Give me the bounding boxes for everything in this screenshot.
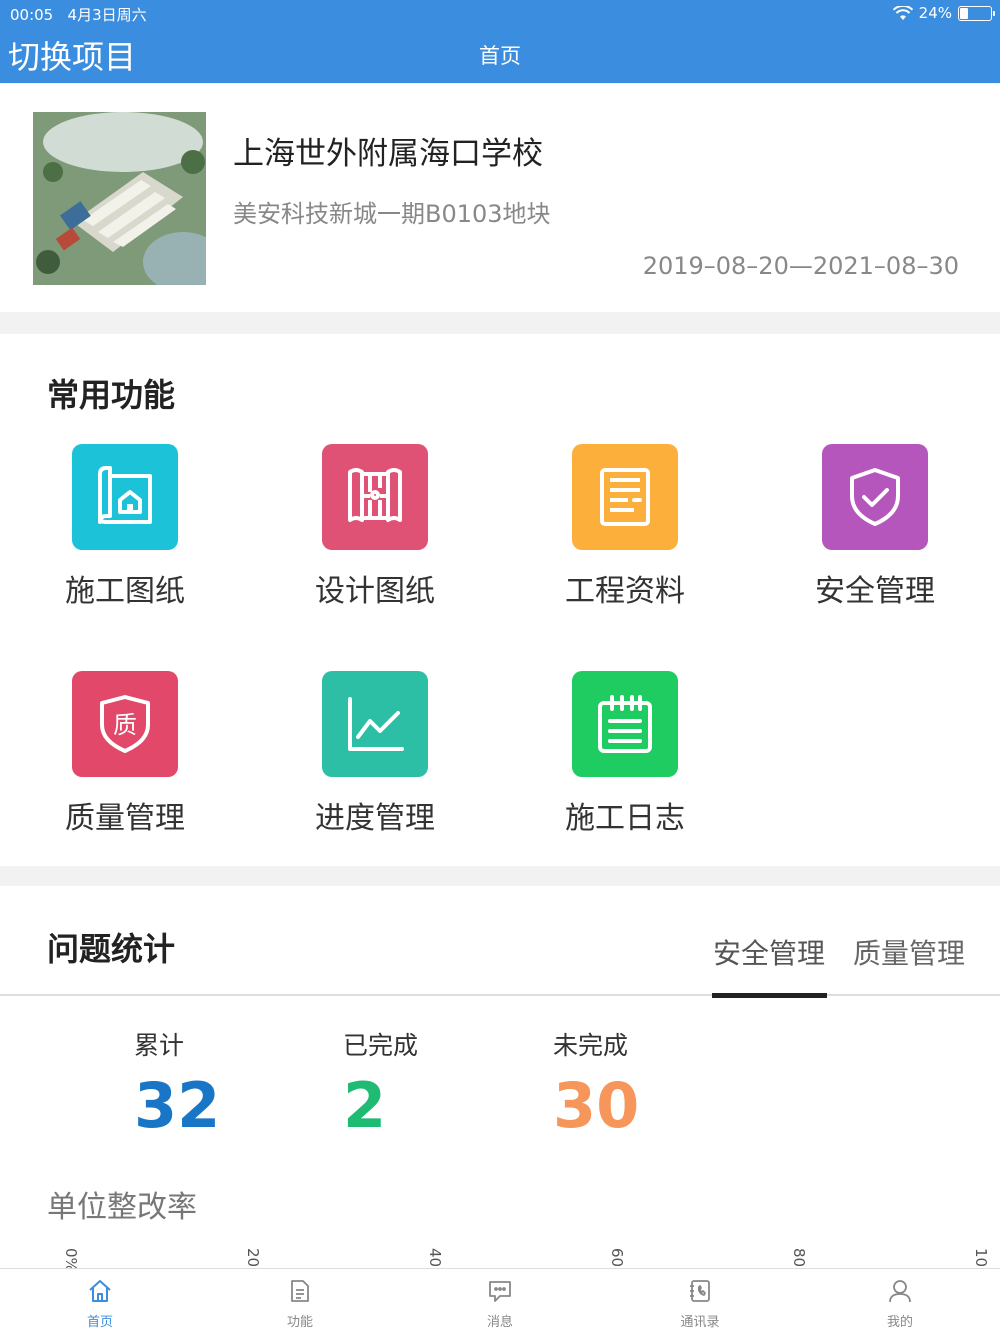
axis-tick: 80 xyxy=(790,1248,808,1268)
func-label: 安全管理 xyxy=(815,574,935,609)
tab-quality-management[interactable]: 质量管理 xyxy=(853,932,965,972)
bottom-tab-bar: 首页 功能 消息 通讯录 我的 xyxy=(0,1268,1000,1334)
project-card[interactable]: 上海世外附属海口学校 美安科技新城一期B0103地块 2019–08–20—20… xyxy=(0,84,1000,312)
tabbar-functions[interactable]: 功能 xyxy=(200,1269,400,1334)
design-drawing-icon xyxy=(322,444,428,550)
document-icon xyxy=(572,444,678,550)
func-label: 工程资料 xyxy=(565,574,685,609)
shield-check-icon xyxy=(822,444,928,550)
file-icon xyxy=(291,1280,309,1302)
quality-badge-icon: 质 xyxy=(72,671,178,777)
tabbar-label: 通讯录 xyxy=(680,1315,720,1330)
section-title: 常用功能 xyxy=(47,376,176,414)
func-progress-management[interactable]: 进度管理 xyxy=(250,671,500,841)
axis-tick: 60 xyxy=(608,1248,626,1268)
tabbar-label: 首页 xyxy=(86,1315,113,1330)
status-date: 4月3日周六 xyxy=(67,6,147,24)
tabbar-home[interactable]: 首页 xyxy=(0,1269,200,1334)
svg-text:质: 质 xyxy=(113,711,137,739)
status-clock: 00:05 xyxy=(10,6,54,24)
func-quality-management[interactable]: 质 质量管理 xyxy=(0,671,250,841)
log-notepad-icon xyxy=(572,671,678,777)
chat-icon xyxy=(489,1281,511,1302)
axis-tick: 20 xyxy=(244,1248,262,1268)
section-title: 问题统计 xyxy=(47,930,176,968)
func-safety-management[interactable]: 安全管理 xyxy=(750,444,1000,614)
tabbar-mine[interactable]: 我的 xyxy=(800,1269,1000,1334)
status-indicators: 24% xyxy=(892,4,995,22)
done-value: 2 xyxy=(343,1069,387,1142)
problem-stats-section: 问题统计 安全管理 质量管理 累计 32 已完成 2 未完成 30 单位整改率 … xyxy=(0,886,1000,1273)
tab-divider xyxy=(0,994,1000,996)
home-icon xyxy=(89,1280,111,1302)
tabbar-label: 消息 xyxy=(486,1315,513,1330)
tabbar-messages[interactable]: 消息 xyxy=(400,1269,600,1334)
battery-percent: 24% xyxy=(918,4,952,22)
project-thumbnail xyxy=(33,112,206,285)
page-title: 首页 xyxy=(479,44,521,68)
user-icon xyxy=(889,1280,911,1303)
pending-label: 未完成 xyxy=(553,1031,629,1060)
total-value: 32 xyxy=(134,1069,221,1142)
status-time: 00:05 4月3日周六 xyxy=(10,4,147,25)
tabbar-label: 功能 xyxy=(286,1315,313,1330)
battery-level xyxy=(960,7,968,19)
wifi-icon xyxy=(892,5,913,20)
battery-icon xyxy=(958,5,995,21)
func-label: 质量管理 xyxy=(65,801,185,836)
func-label: 设计图纸 xyxy=(315,574,435,609)
func-design-drawing[interactable]: 设计图纸 xyxy=(250,444,500,614)
project-address: 美安科技新城一期B0103地块 xyxy=(233,200,551,228)
active-tab-indicator xyxy=(712,993,827,998)
line-chart-icon xyxy=(322,671,428,777)
func-label: 施工图纸 xyxy=(65,574,185,609)
pending-value: 30 xyxy=(553,1069,640,1142)
func-label: 施工日志 xyxy=(565,801,685,836)
func-construction-drawing[interactable]: 施工图纸 xyxy=(0,444,250,614)
construction-drawing-icon xyxy=(72,444,178,550)
axis-tick: 40 xyxy=(426,1248,444,1268)
common-functions-section: 常用功能 施工图纸 设计图纸 工程资料 安全管理 质 质量管理 进度管理 施工日… xyxy=(0,334,1000,866)
tabbar-contacts[interactable]: 通讯录 xyxy=(600,1269,800,1334)
top-bar: 00:05 4月3日周六 24% 切换项目 首页 xyxy=(0,0,1000,83)
project-dates: 2019–08–20—2021–08–30 xyxy=(642,252,959,280)
done-label: 已完成 xyxy=(343,1031,419,1060)
func-label: 进度管理 xyxy=(315,801,435,836)
tabbar-label: 我的 xyxy=(886,1315,913,1330)
tab-safety-management[interactable]: 安全管理 xyxy=(713,932,825,972)
rectification-rate-title: 单位整改率 xyxy=(47,1190,197,1225)
func-construction-log[interactable]: 施工日志 xyxy=(500,671,750,841)
project-name: 上海世外附属海口学校 xyxy=(233,136,543,172)
contacts-icon xyxy=(690,1280,710,1302)
total-label: 累计 xyxy=(134,1031,185,1060)
func-project-documents[interactable]: 工程资料 xyxy=(500,444,750,614)
